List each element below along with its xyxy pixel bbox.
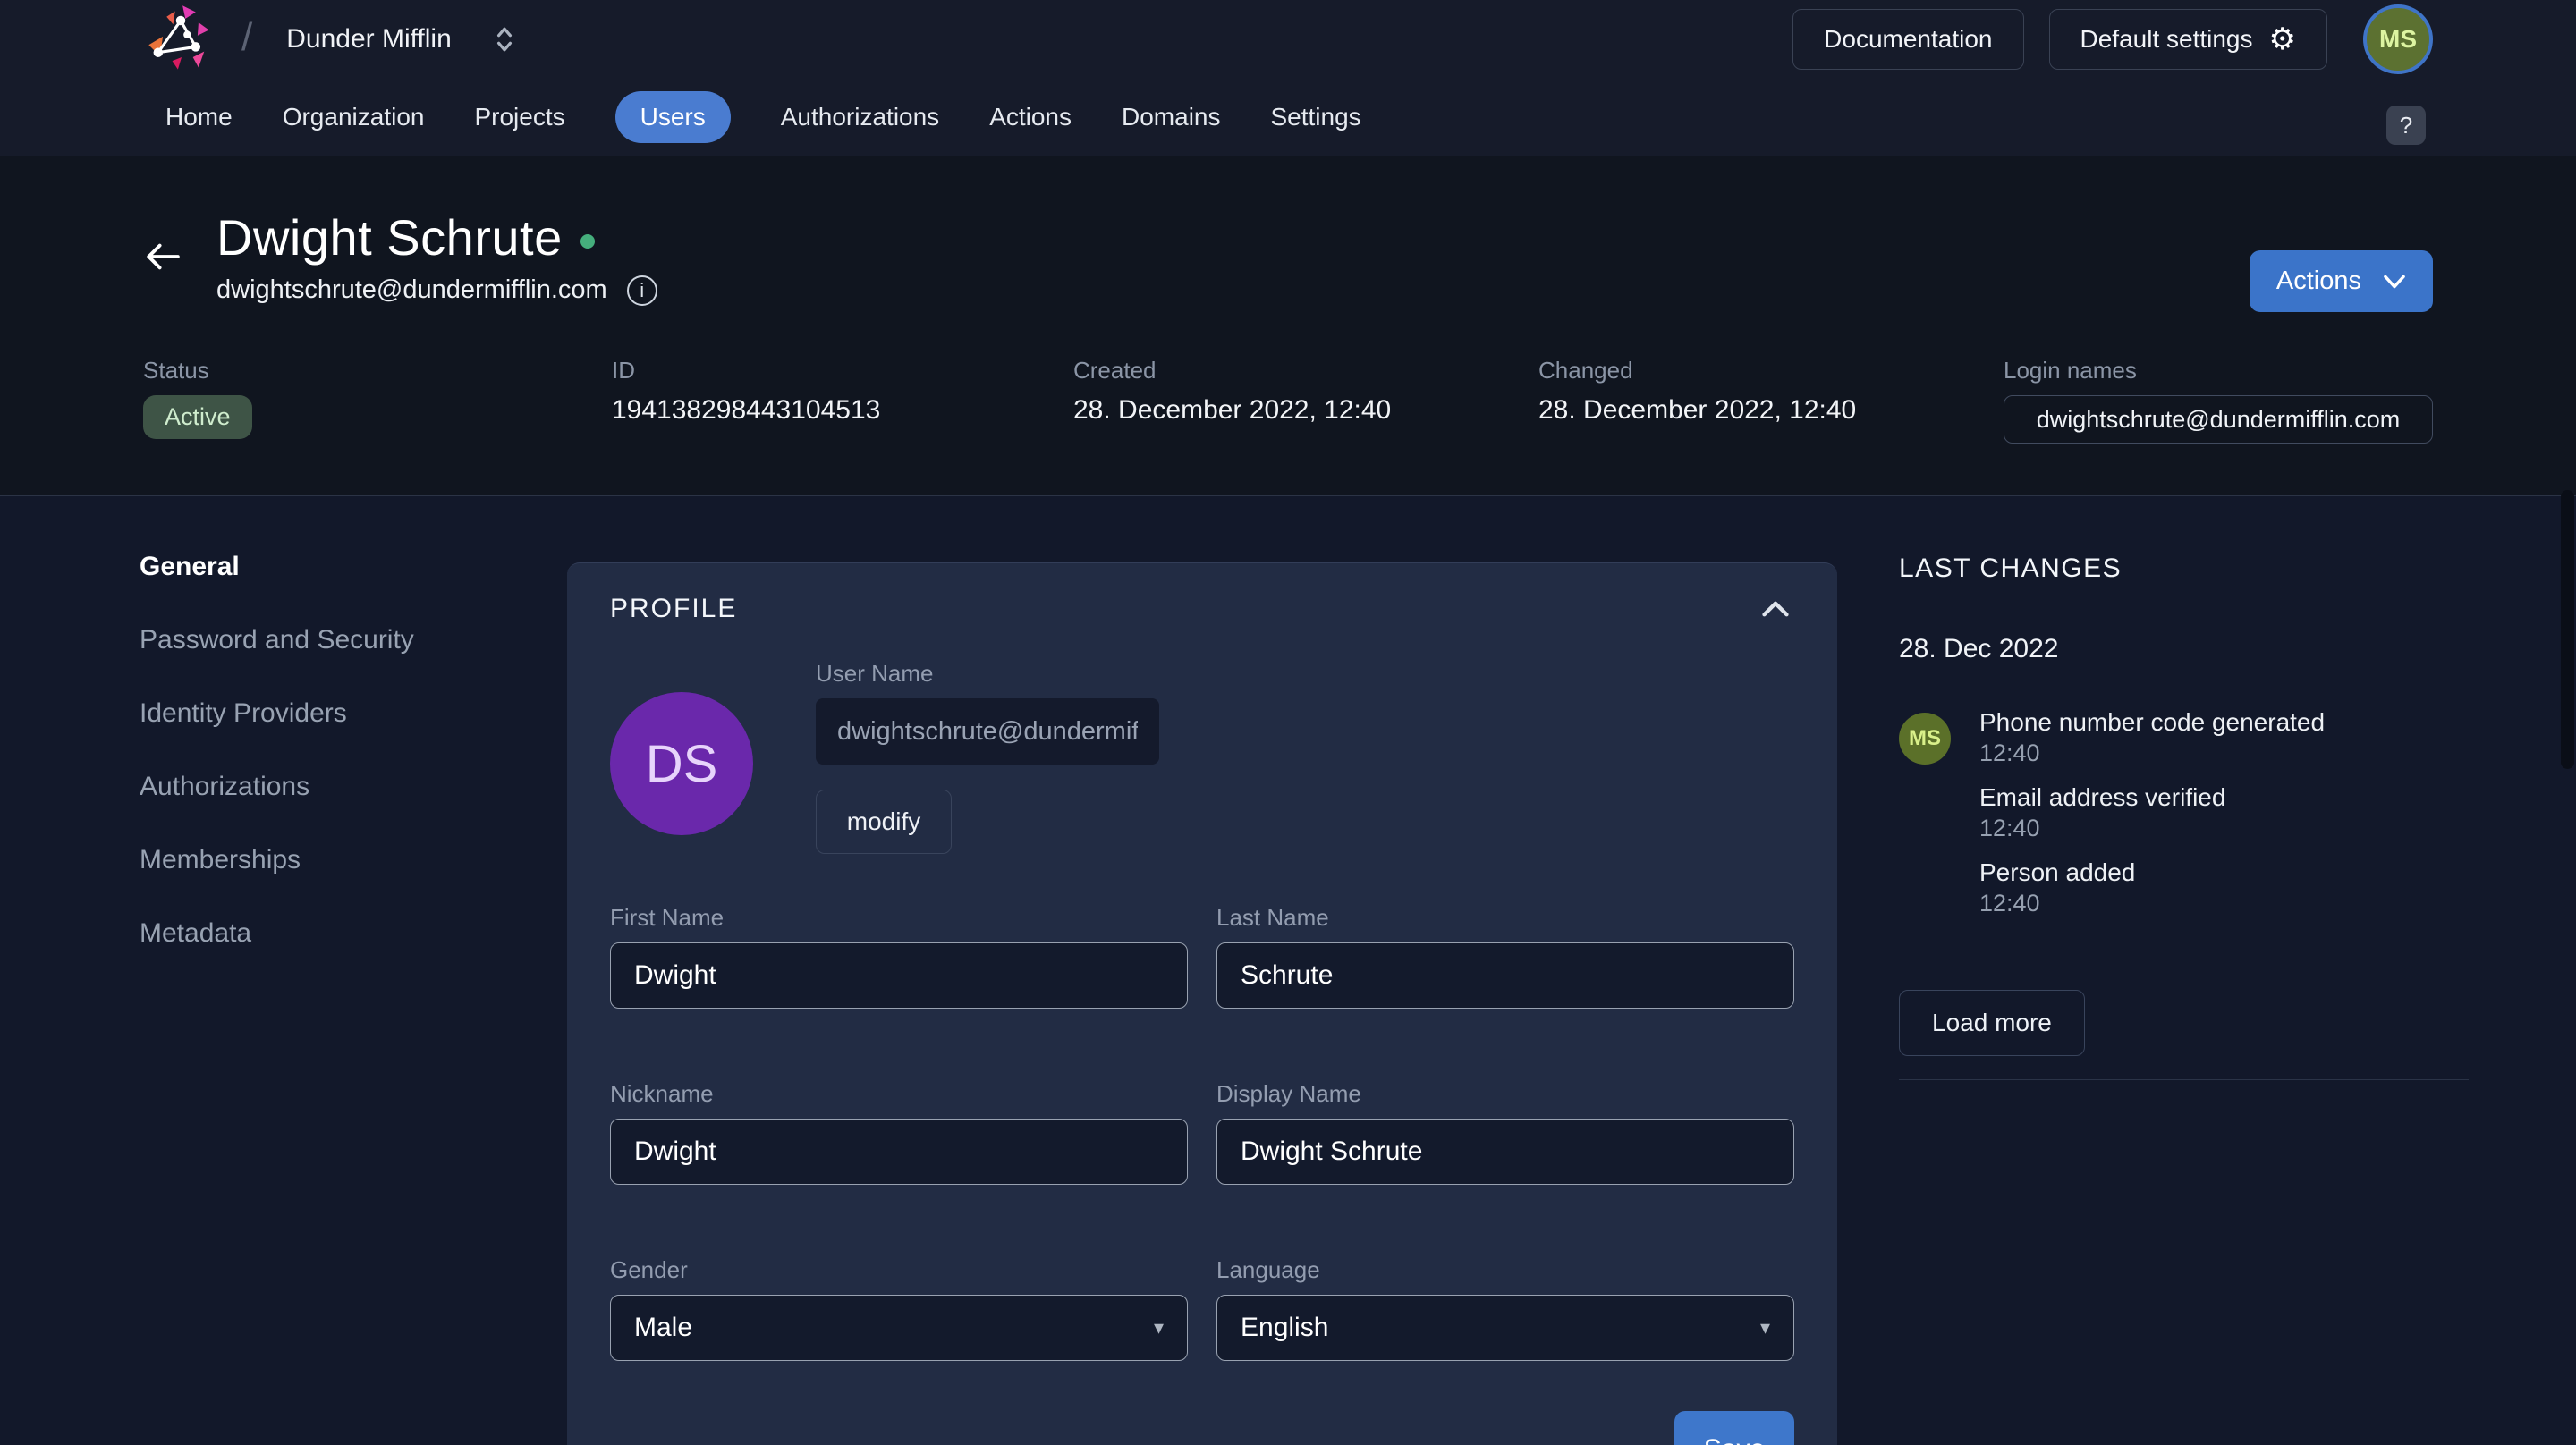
chevron-down-icon [2383, 274, 2406, 290]
event-time: 12:40 [1979, 888, 2325, 918]
profile-form: First Name Last Name Nickname Display Na… [610, 904, 1794, 1361]
load-more-button[interactable]: Load more [1899, 990, 2085, 1056]
id-label: ID [612, 357, 1073, 384]
user-avatar[interactable]: MS [2363, 4, 2433, 74]
help-button[interactable]: ? [2386, 106, 2426, 145]
event-time: 12:40 [1979, 738, 2325, 768]
changed-label: Changed [1538, 357, 2004, 384]
sidebar-item-general[interactable]: General [140, 553, 497, 580]
info-icon[interactable]: i [627, 275, 657, 306]
profile-section-title: PROFILE [610, 594, 737, 624]
online-status-dot [580, 234, 595, 249]
gender-label: Gender [610, 1256, 1188, 1284]
breadcrumb-slash: / [242, 15, 252, 60]
sidebar-item-memberships[interactable]: Memberships [140, 847, 497, 874]
first-name-label: First Name [610, 904, 1188, 932]
display-name-input[interactable] [1216, 1119, 1794, 1185]
dropdown-arrow-icon: ▾ [1154, 1316, 1164, 1339]
documentation-label: Documentation [1824, 25, 1992, 54]
topbar: / Dunder Mifflin Documentation Default s… [0, 0, 2576, 79]
sidebar-item-password-security[interactable]: Password and Security [140, 627, 497, 654]
first-name-input[interactable] [610, 942, 1188, 1009]
last-name-input[interactable] [1216, 942, 1794, 1009]
avatar-initials: MS [2379, 25, 2417, 54]
logo-icon [143, 4, 218, 75]
chevron-up-icon [1762, 600, 1789, 618]
created-label: Created [1073, 357, 1538, 384]
display-name-label: Display Name [1216, 1080, 1794, 1108]
nickname-label: Nickname [610, 1080, 1188, 1108]
nav-item-home[interactable]: Home [165, 103, 233, 131]
profile-avatar: DS [610, 692, 753, 835]
modify-button[interactable]: modify [816, 790, 952, 854]
username-input[interactable] [816, 698, 1159, 765]
documentation-button[interactable]: Documentation [1792, 9, 2023, 70]
event-title: Email address verified [1979, 782, 2325, 813]
nav-item-settings[interactable]: Settings [1271, 103, 1361, 131]
content-area: General Password and Security Identity P… [0, 496, 2576, 1444]
page-title: Dwight Schrute [216, 208, 563, 266]
user-meta-row: Status Active ID 194138298443104513 Crea… [143, 357, 2433, 444]
changes-date: 28. Dec 2022 [1899, 634, 2469, 664]
back-arrow-icon [143, 241, 182, 273]
status-badge: Active [143, 395, 252, 439]
nav-item-authorizations[interactable]: Authorizations [781, 103, 939, 131]
event-title: Phone number code generated [1979, 707, 2325, 738]
sidebar-item-metadata[interactable]: Metadata [140, 920, 497, 947]
event-title: Person added [1979, 858, 2325, 888]
default-settings-label: Default settings [2080, 25, 2253, 54]
last-changes-title: LAST CHANGES [1899, 553, 2469, 584]
status-label: Status [143, 357, 612, 384]
change-event: Person added 12:40 [1979, 858, 2325, 918]
nav-item-users[interactable]: Users [615, 91, 731, 143]
gender-value: Male [634, 1313, 692, 1343]
default-settings-button[interactable]: Default settings ⚙ [2049, 9, 2327, 70]
nickname-input[interactable] [610, 1119, 1188, 1185]
username-label: User Name [816, 660, 1159, 688]
profile-card: PROFILE DS User Name modify First Name [567, 562, 1837, 1445]
created-value: 28. December 2022, 12:40 [1073, 395, 1538, 426]
collapse-section-button[interactable] [1757, 595, 1794, 623]
last-changes-panel: LAST CHANGES 28. Dec 2022 MS Phone numbe… [1899, 553, 2469, 1080]
org-name: Dunder Mifflin [286, 24, 452, 55]
login-names-label: Login names [2004, 357, 2433, 384]
gender-select[interactable]: Male ▾ [610, 1295, 1188, 1361]
change-event: Email address verified 12:40 [1979, 782, 2325, 843]
nav-item-actions[interactable]: Actions [989, 103, 1072, 131]
gear-icon: ⚙ [2269, 24, 2296, 55]
editor-avatar-initials: MS [1909, 726, 1941, 751]
nav-item-organization[interactable]: Organization [283, 103, 425, 131]
unfold-icon [491, 24, 518, 55]
sidebar-item-identity-providers[interactable]: Identity Providers [140, 700, 497, 727]
main-nav: Home Organization Projects Users Authori… [0, 79, 2576, 156]
change-event: Phone number code generated 12:40 [1979, 707, 2325, 768]
login-name-chip[interactable]: dwightschrute@dundermifflin.com [2004, 395, 2433, 444]
zitadel-logo[interactable] [143, 4, 218, 75]
actions-button[interactable]: Actions [2250, 250, 2433, 312]
changed-value: 28. December 2022, 12:40 [1538, 395, 2004, 426]
language-label: Language [1216, 1256, 1794, 1284]
id-value: 194138298443104513 [612, 395, 1073, 426]
last-name-label: Last Name [1216, 904, 1794, 932]
event-time: 12:40 [1979, 813, 2325, 843]
profile-avatar-initials: DS [646, 734, 718, 794]
panel-divider [1899, 1079, 2469, 1080]
save-button[interactable]: Save [1674, 1411, 1794, 1445]
editor-avatar: MS [1899, 713, 1951, 765]
nav-item-domains[interactable]: Domains [1122, 103, 1220, 131]
back-button[interactable] [143, 241, 182, 273]
nav-item-projects[interactable]: Projects [474, 103, 564, 131]
scrollbar-thumb[interactable] [2561, 490, 2574, 769]
user-header: Dwight Schrute dwightschrute@dundermiffl… [0, 156, 2576, 496]
language-select[interactable]: English ▾ [1216, 1295, 1794, 1361]
sidebar-item-authorizations[interactable]: Authorizations [140, 773, 497, 800]
user-email: dwightschrute@dundermifflin.com [216, 275, 607, 305]
user-sidebar: General Password and Security Identity P… [140, 553, 497, 993]
language-value: English [1241, 1313, 1328, 1343]
dropdown-arrow-icon: ▾ [1760, 1316, 1770, 1339]
org-switcher[interactable]: Dunder Mifflin [286, 24, 518, 55]
actions-label: Actions [2276, 266, 2361, 296]
